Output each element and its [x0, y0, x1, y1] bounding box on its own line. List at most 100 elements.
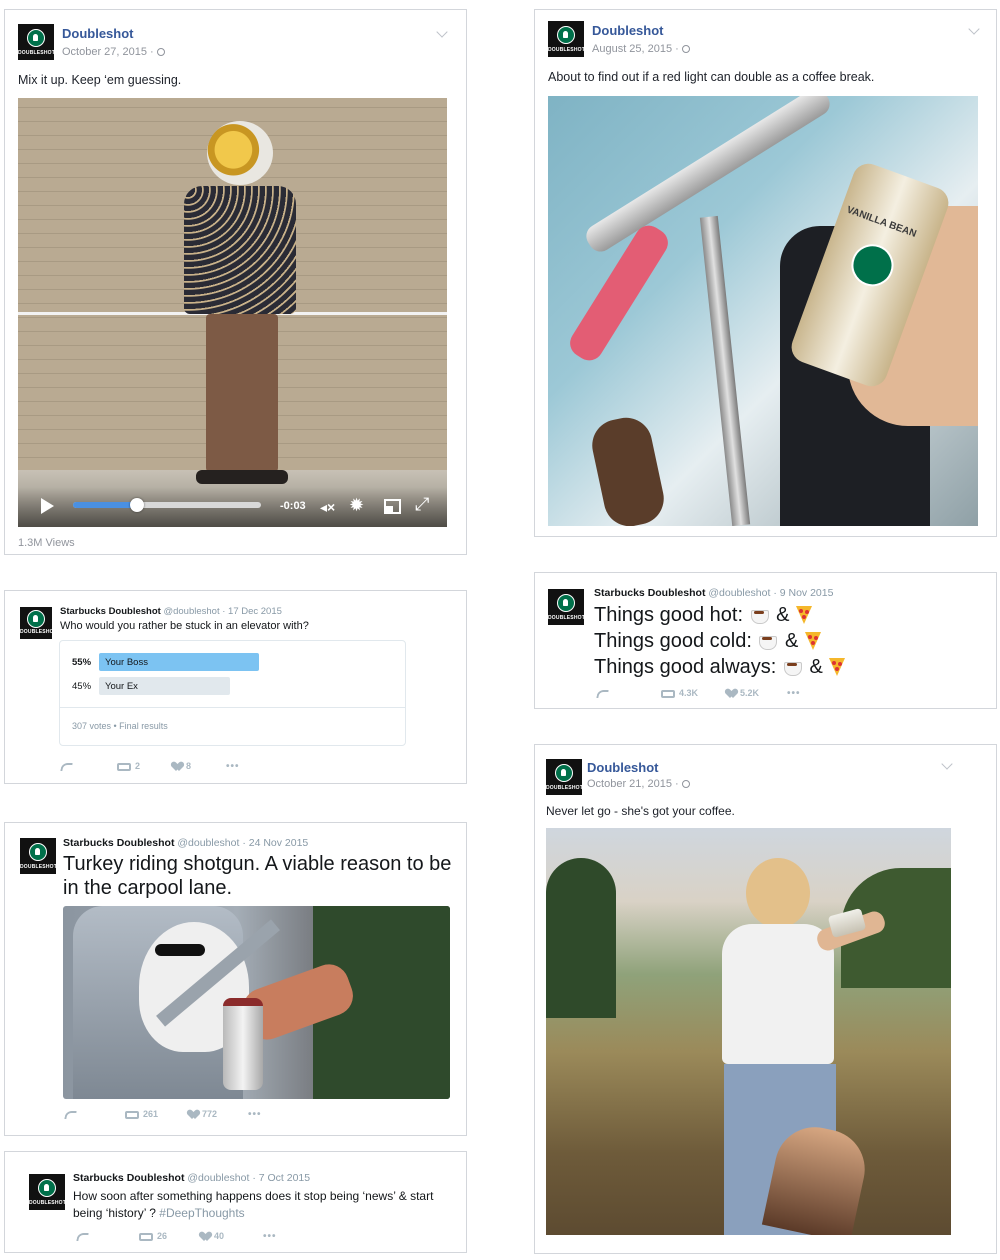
- chevron-down-icon[interactable]: [436, 26, 448, 38]
- helmet: [207, 121, 273, 185]
- tweet-line: Things good hot: &: [594, 602, 846, 628]
- sunglasses-icon: [155, 944, 205, 956]
- tweet-text: Who would you rather be stuck in an elev…: [60, 620, 309, 632]
- reply-icon[interactable]: [596, 689, 609, 698]
- video-player[interactable]: -0:03 ◂× ✹ ⤢: [18, 98, 447, 527]
- post-date[interactable]: August 25, 2015 ·: [592, 43, 690, 55]
- author-name: Starbucks Doubleshot: [73, 1172, 185, 1184]
- pizza-icon: [795, 604, 813, 624]
- shoe: [587, 412, 669, 526]
- avatar-brand: DOUBLESHOT: [20, 629, 52, 635]
- tweet-actions: 26 40 •••: [76, 1231, 297, 1245]
- poll-divider: [60, 707, 405, 708]
- page-name[interactable]: Doubleshot: [62, 26, 134, 41]
- person-shirt: [184, 186, 296, 314]
- retweet-icon[interactable]: [117, 762, 131, 771]
- chevron-down-icon[interactable]: [968, 23, 980, 35]
- post-date-text: August 25, 2015 ·: [592, 43, 679, 55]
- more-icon[interactable]: •••: [263, 1231, 277, 1242]
- poll-option: 55% Your Boss: [72, 653, 392, 671]
- ampersand: &: [785, 630, 799, 652]
- poll-percent: 55%: [72, 657, 92, 668]
- reply-icon[interactable]: [64, 1110, 77, 1119]
- like-count: 40: [214, 1231, 225, 1241]
- post-text: Never let go - she's got your coffee.: [546, 804, 735, 818]
- tweet-line-text: Things good hot:: [594, 604, 743, 626]
- avatar[interactable]: DOUBLESHOT: [18, 24, 54, 60]
- post-photo-bike[interactable]: VANILLA BEAN: [548, 96, 978, 526]
- more-icon[interactable]: •••: [787, 688, 801, 699]
- play-icon[interactable]: [41, 498, 54, 514]
- reply-icon[interactable]: [76, 1232, 89, 1241]
- avatar-brand: DOUBLESHOT: [548, 47, 584, 53]
- avatar[interactable]: DOUBLESHOT: [548, 21, 584, 57]
- avatar[interactable]: DOUBLESHOT: [29, 1174, 65, 1210]
- author-name: Starbucks Doubleshot: [60, 606, 161, 617]
- heart-icon[interactable]: [173, 762, 182, 771]
- post-date[interactable]: October 27, 2015 ·: [62, 46, 165, 58]
- coffee-cup-icon: [782, 659, 804, 676]
- fullscreen-icon[interactable]: ⤢: [415, 495, 429, 513]
- avatar[interactable]: DOUBLESHOT: [20, 607, 52, 639]
- avatar[interactable]: DOUBLESHOT: [548, 589, 584, 625]
- starbucks-logo-icon: [27, 610, 45, 628]
- poll-option-label: Your Boss: [105, 657, 148, 668]
- post-date-text: October 21, 2015 ·: [587, 778, 679, 790]
- avatar-brand: DOUBLESHOT: [548, 615, 584, 621]
- coffee-cup-icon: [749, 607, 771, 624]
- retweet-icon[interactable]: [125, 1110, 139, 1119]
- pizza-icon: [804, 630, 822, 650]
- more-icon[interactable]: •••: [248, 1109, 262, 1120]
- post-date[interactable]: October 21, 2015 ·: [587, 778, 690, 790]
- post-text: About to find out if a red light can dou…: [548, 70, 875, 84]
- mute-icon[interactable]: ◂×: [320, 499, 335, 516]
- starbucks-logo-icon: [555, 764, 573, 782]
- tweet-line: Things good cold: &: [594, 628, 846, 654]
- chevron-down-icon[interactable]: [941, 758, 953, 770]
- post-photo-turkey[interactable]: [63, 906, 450, 1099]
- page-name[interactable]: Doubleshot: [587, 760, 659, 775]
- heart-icon[interactable]: [189, 1110, 198, 1119]
- tweet-turkey: DOUBLESHOT Starbucks Doubleshot @doubles…: [4, 822, 467, 1136]
- heart-icon[interactable]: [201, 1232, 210, 1241]
- bike-frame: [699, 215, 751, 526]
- tweet-author[interactable]: Starbucks Doubleshot @doubleshot · 17 De…: [60, 606, 282, 617]
- retweet-icon[interactable]: [139, 1232, 153, 1241]
- tweet-text: How soon after something happens does it…: [73, 1188, 461, 1222]
- coffee-cup-icon: [757, 633, 779, 650]
- tweet-actions: 261 772 •••: [64, 1109, 285, 1123]
- poll-box: 55% Your Boss 45% Your Ex 307 votes • Fi…: [59, 640, 406, 746]
- tweet-text: Things good hot: & Things good cold: & T…: [594, 602, 846, 680]
- avatar[interactable]: DOUBLESHOT: [546, 759, 582, 795]
- tweet-line-text: Things good always:: [594, 656, 777, 678]
- starbucks-logo-icon: [27, 29, 45, 47]
- tweet-author[interactable]: Starbucks Doubleshot @doubleshot · 9 Nov…: [594, 587, 833, 599]
- video-scrubber-handle[interactable]: [130, 498, 144, 512]
- avatar[interactable]: DOUBLESHOT: [20, 838, 56, 874]
- author-name: Starbucks Doubleshot: [594, 587, 706, 599]
- pizza-icon: [828, 656, 846, 676]
- view-count: 1.3M Views: [18, 537, 75, 549]
- gear-icon[interactable]: ✹: [349, 496, 364, 514]
- globe-icon: [681, 780, 690, 788]
- tweet-author[interactable]: Starbucks Doubleshot @doubleshot · 24 No…: [63, 837, 308, 849]
- video-scrubber[interactable]: [73, 498, 261, 512]
- fb-post-video: DOUBLESHOT Doubleshot October 27, 2015 ·…: [4, 9, 467, 555]
- reply-icon[interactable]: [60, 762, 73, 771]
- tweet-author[interactable]: Starbucks Doubleshot @doubleshot · 7 Oct…: [73, 1172, 310, 1184]
- trees: [546, 858, 616, 1018]
- fb-post-bike: DOUBLESHOT Doubleshot August 25, 2015 · …: [534, 9, 997, 537]
- like-count: 5.2K: [740, 688, 760, 698]
- more-icon[interactable]: •••: [226, 761, 240, 772]
- theater-icon[interactable]: [384, 499, 401, 514]
- poll-footer: 307 votes • Final results: [72, 721, 168, 731]
- heart-icon[interactable]: [727, 689, 736, 698]
- ampersand: &: [776, 604, 790, 626]
- starbucks-logo-icon: [29, 843, 47, 861]
- hashtag-link[interactable]: #DeepThoughts: [159, 1206, 244, 1220]
- page-name[interactable]: Doubleshot: [592, 23, 664, 38]
- post-photo-hiker[interactable]: [546, 828, 951, 1235]
- globe-icon: [156, 48, 165, 56]
- retweet-icon[interactable]: [661, 689, 675, 698]
- person-shoes: [196, 470, 288, 484]
